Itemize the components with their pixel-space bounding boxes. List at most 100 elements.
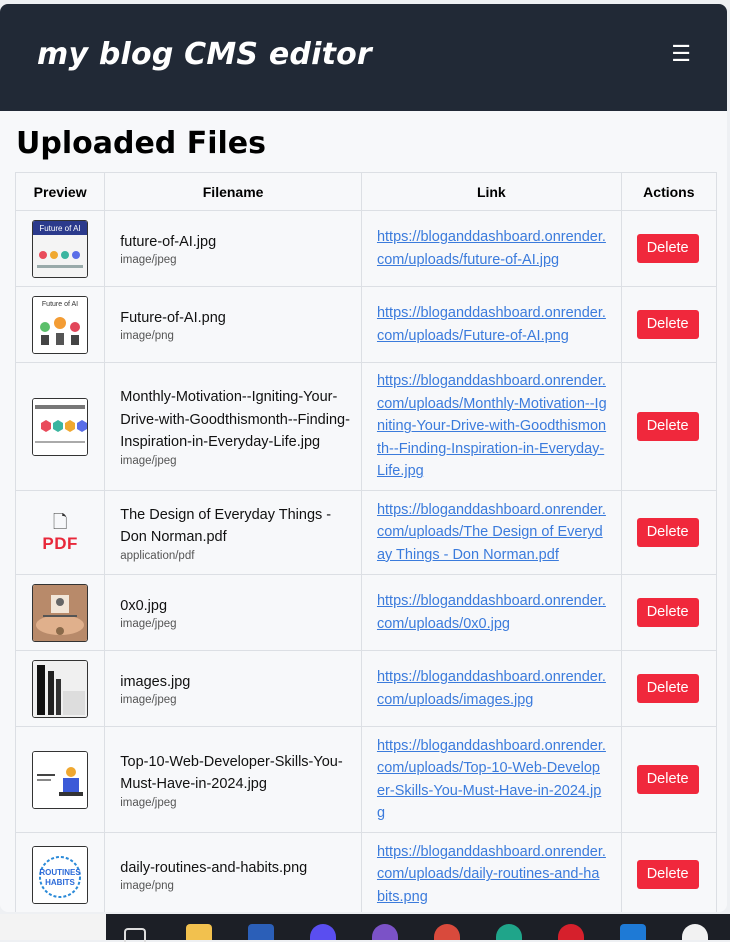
actions-cell: Delete [620,286,718,363]
preview-cell: Future of AI [14,210,106,287]
file-type: image/jpeg [120,254,177,267]
pdf-label: PDF [42,533,78,553]
word-icon[interactable] [248,924,274,940]
file-link[interactable]: https://bloganddashboard.onrender.com/up… [377,502,606,563]
hamburger-menu-icon[interactable]: ☰ [671,42,691,65]
column-header-preview: Preview [14,172,106,211]
file-name: daily-routines-and-habits.png [120,859,308,876]
chrome-icon[interactable] [434,924,460,940]
filename-cell: daily-routines-and-habits.png image/png [104,832,362,912]
table-row: ROUTINES HABITS daily-routines-and-habit… [14,832,718,912]
opera-icon[interactable] [558,924,584,940]
file-name: 0x0.jpg [120,597,168,614]
delete-button[interactable]: Delete [636,674,699,703]
actions-cell: Delete [620,726,718,833]
link-cell: https://bloganddashboard.onrender.com/up… [360,210,622,287]
thumbnail-dark-bars[interactable] [32,659,89,718]
taskbar-search-area[interactable] [0,914,106,940]
delete-button[interactable]: Delete [636,598,699,627]
windows-taskbar [0,914,730,942]
preview-cell [14,726,106,833]
preview-cell: 🗋 PDF [14,490,106,575]
actions-cell: Delete [620,490,718,575]
preview-cell: ROUTINES HABITS [14,832,106,912]
thumbnail-hands-balance[interactable] [32,583,89,642]
file-link[interactable]: https://bloganddashboard.onrender.com/up… [377,229,606,268]
delete-button[interactable]: Delete [636,518,699,547]
column-header-link: Link [360,172,622,211]
delete-button[interactable]: Delete [636,310,699,339]
link-cell: https://bloganddashboard.onrender.com/up… [360,832,622,912]
table-row: Future of AI future-of-AI.jpg image/jpeg… [14,210,718,287]
uploaded-files-table: Preview Filename Link Actions Future of … [14,172,718,912]
svg-text:Future of AI: Future of AI [39,224,80,233]
preview-cell: Future of AI [14,286,106,363]
table-row: Monthly-Motivation--Igniting-Your-Drive-… [14,362,718,491]
table-row: 🗋 PDF The Design of Everyday Things - Do… [14,490,718,575]
vscode-icon[interactable] [620,924,646,940]
file-link[interactable]: https://bloganddashboard.onrender.com/up… [377,669,606,708]
file-name: images.jpg [120,673,191,690]
filename-cell: The Design of Everyday Things - Don Norm… [104,490,362,575]
column-header-actions: Actions [620,172,718,211]
link-cell: https://bloganddashboard.onrender.com/up… [360,362,622,491]
table-header-row: Preview Filename Link Actions [14,172,718,211]
link-cell: https://bloganddashboard.onrender.com/up… [360,286,622,363]
table-row: Future of AI Future-of-AI.png image/png … [14,286,718,363]
file-type: image/jpeg [120,618,177,631]
file-type: image/png [120,880,174,893]
filename-cell: Future-of-AI.png image/png [104,286,362,363]
delete-button[interactable]: Delete [636,765,699,794]
file-link[interactable]: https://bloganddashboard.onrender.com/up… [377,305,606,344]
thumbnail-developer[interactable] [32,750,89,809]
thumbnail-ai-people[interactable]: Future of AI [32,295,89,354]
actions-cell: Delete [620,210,718,287]
delete-button[interactable]: Delete [636,860,699,889]
table-row: 0x0.jpg image/jpeg https://bloganddashbo… [14,574,718,651]
edge-icon[interactable] [496,924,522,940]
app-triangle-icon[interactable] [682,924,708,940]
app-circle-icon[interactable] [310,924,336,940]
file-link[interactable]: https://bloganddashboard.onrender.com/up… [377,844,606,905]
file-type: image/jpeg [120,796,177,809]
thumbnail-routines[interactable]: ROUTINES HABITS [32,845,89,904]
file-name: Top-10-Web-Developer-Skills-You-Must-Hav… [120,753,343,793]
file-link[interactable]: https://bloganddashboard.onrender.com/up… [377,373,607,479]
filename-cell: images.jpg image/jpeg [104,650,362,727]
file-name: The Design of Everyday Things - Don Norm… [120,506,332,546]
column-header-filename: Filename [104,172,362,211]
preview-cell [14,574,106,651]
file-link[interactable]: https://bloganddashboard.onrender.com/up… [377,738,606,822]
filename-cell: 0x0.jpg image/jpeg [104,574,362,651]
thumbnail-hexagons[interactable] [32,397,89,456]
file-name: Monthly-Motivation--Igniting-Your-Drive-… [120,389,350,451]
pdf-file-icon[interactable]: 🗋 PDF [17,512,103,554]
table-row: images.jpg image/jpeg https://bloganddas… [14,650,718,727]
file-type: image/png [120,330,174,343]
file-name: Future-of-AI.png [120,309,226,326]
delete-button[interactable]: Delete [636,412,699,441]
file-explorer-icon[interactable] [186,924,212,940]
app-header: my blog CMS editor ☰ [0,4,727,111]
thumbnail-ai-infographic[interactable]: Future of AI [32,219,89,278]
actions-cell: Delete [620,832,718,912]
link-cell: https://bloganddashboard.onrender.com/up… [360,574,622,651]
delete-button[interactable]: Delete [636,234,699,263]
preview-cell [14,650,106,727]
svg-text:ROUTINES: ROUTINES [39,868,81,877]
actions-cell: Delete [620,650,718,727]
link-cell: https://bloganddashboard.onrender.com/up… [360,490,622,575]
filename-cell: future-of-AI.jpg image/jpeg [104,210,362,287]
filename-cell: Top-10-Web-Developer-Skills-You-Must-Hav… [104,726,362,833]
link-cell: https://bloganddashboard.onrender.com/up… [360,726,622,833]
table-row: Top-10-Web-Developer-Skills-You-Must-Hav… [14,726,718,833]
filename-cell: Monthly-Motivation--Igniting-Your-Drive-… [104,362,362,491]
svg-text:Future of AI: Future of AI [42,301,78,308]
brand-title[interactable]: my blog CMS editor [37,37,372,72]
file-link[interactable]: https://bloganddashboard.onrender.com/up… [377,593,606,632]
preview-cell [14,362,106,491]
file-name: future-of-AI.jpg [120,233,217,250]
viber-icon[interactable] [372,924,398,940]
document-icon: 🗋 [52,511,68,532]
actions-cell: Delete [620,574,718,651]
